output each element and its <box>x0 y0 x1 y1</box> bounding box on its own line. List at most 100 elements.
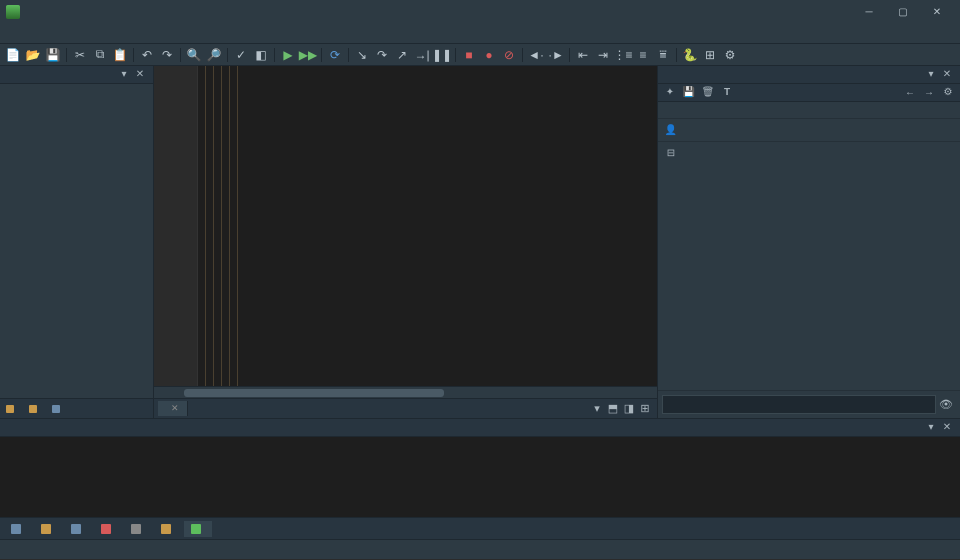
chat-save-icon[interactable]: 💾 <box>681 85 697 101</box>
chat-watch-icon[interactable]: 👁 <box>936 395 956 414</box>
chat-user-row: 👤 <box>658 118 960 141</box>
close-button[interactable]: ✕ <box>920 0 954 24</box>
split-vertical-icon[interactable]: ◨ <box>621 401 637 417</box>
new-tab-icon[interactable]: ⊞ <box>637 401 653 417</box>
chat-result-text <box>658 110 960 118</box>
menu-edit[interactable] <box>24 32 40 36</box>
uncomment-icon[interactable]: ≡ <box>634 46 652 64</box>
chat-prev-icon[interactable]: ← <box>902 85 918 101</box>
debug-icon[interactable]: ⟳ <box>326 46 344 64</box>
chat-assistant-message <box>684 146 954 160</box>
step-over-icon[interactable]: ↷ <box>373 46 391 64</box>
main-toolbar: 📄 📂 💾 ✂ ⧉ 📋 ↶ ↷ 🔍 🔎 ✓ ◧ ▶ ▶▶ ⟳ ↘ ↷ ↗ →| … <box>0 44 960 66</box>
undo-icon[interactable]: ↶ <box>138 46 156 64</box>
tab-messages[interactable] <box>154 521 182 537</box>
code-explorer-tree[interactable] <box>0 84 153 398</box>
cut-icon[interactable]: ✂ <box>71 46 89 64</box>
split-horizontal-icon[interactable]: ⬒ <box>605 401 621 417</box>
pause-icon[interactable]: ❚❚ <box>433 46 451 64</box>
minimize-button[interactable]: ─ <box>852 0 886 24</box>
editor-viewport[interactable] <box>154 66 657 386</box>
tab-file-explorer[interactable] <box>0 403 23 415</box>
chat-input[interactable] <box>662 395 936 414</box>
chat-new-icon[interactable]: ✦ <box>662 85 678 101</box>
left-panel-tabs <box>0 398 153 418</box>
open-file-icon[interactable]: 📂 <box>24 46 42 64</box>
stop-icon[interactable]: ■ <box>460 46 478 64</box>
menu-file[interactable] <box>6 32 22 36</box>
interpreter-header: ▾ ✕ <box>0 419 960 437</box>
chat-header: ▾ ✕ <box>658 66 960 84</box>
tab-python-interpreter[interactable] <box>184 521 212 537</box>
options-icon[interactable]: ⚙ <box>721 46 739 64</box>
editor-tab-bar: ✕ ▾ ⬒ ◨ ⊞ <box>154 398 657 418</box>
replace-icon[interactable]: 🔎 <box>205 46 223 64</box>
chat-trash-icon[interactable]: 🗑 <box>700 85 716 101</box>
chat-input-row: 👁 <box>658 390 960 418</box>
interpreter-dropdown-icon[interactable]: ▾ <box>924 421 938 435</box>
chat-panel: ▾ ✕ ✦ 💾 🗑 T ← → ⚙ 👤 ⊟ � <box>657 66 960 418</box>
chat-close-icon[interactable]: ✕ <box>940 68 954 82</box>
tab-close-icon[interactable]: ✕ <box>171 403 179 414</box>
new-file-icon[interactable]: 📄 <box>4 46 22 64</box>
run-last-icon[interactable]: ▶▶ <box>299 46 317 64</box>
menu-tools[interactable] <box>114 32 130 36</box>
tab-breakpoints[interactable] <box>94 521 122 537</box>
indent-icon[interactable]: ⇥ <box>594 46 612 64</box>
save-icon[interactable]: 💾 <box>44 46 62 64</box>
chat-user-message <box>684 123 954 137</box>
layouts-icon[interactable]: ⊞ <box>701 46 719 64</box>
chat-title-icon[interactable]: T <box>719 85 735 101</box>
chat-dropdown-icon[interactable]: ▾ <box>924 68 938 82</box>
toggle-comment-icon[interactable]: ⩸ <box>654 46 672 64</box>
chat-code-block <box>658 102 960 110</box>
tab-call-stack[interactable] <box>4 521 32 537</box>
run-to-cursor-icon[interactable]: →| <box>413 46 431 64</box>
menu-bar <box>0 24 960 44</box>
indent-guides <box>198 66 238 386</box>
outdent-icon[interactable]: ⇤ <box>574 46 592 64</box>
tab-project-explorer[interactable] <box>23 403 46 415</box>
record-icon[interactable]: ● <box>480 46 498 64</box>
tab-code-explorer[interactable] <box>46 403 69 415</box>
search-icon[interactable]: 🔍 <box>185 46 203 64</box>
menu-project[interactable] <box>78 32 94 36</box>
interpreter-close-icon[interactable]: ✕ <box>940 421 954 435</box>
paste-icon[interactable]: 📋 <box>111 46 129 64</box>
step-into-icon[interactable]: ↘ <box>353 46 371 64</box>
panel-close-icon[interactable]: ✕ <box>133 68 147 82</box>
editor-horizontal-scrollbar[interactable] <box>154 386 657 398</box>
menu-view[interactable] <box>60 32 76 36</box>
interpreter-panel: ▾ ✕ <box>0 418 960 517</box>
chat-next-icon[interactable]: → <box>921 85 937 101</box>
abort-icon[interactable]: ⊘ <box>500 46 518 64</box>
bottom-tool-tabs <box>0 517 960 539</box>
comment-icon[interactable]: ⋮≡ <box>614 46 632 64</box>
user-avatar-icon: 👤 <box>664 123 678 137</box>
back-icon[interactable]: ◄· <box>527 46 545 64</box>
menu-run[interactable] <box>96 32 112 36</box>
copy-icon[interactable]: ⧉ <box>91 46 109 64</box>
chat-settings-icon[interactable]: ⚙ <box>940 85 956 101</box>
editor-area: ✕ ▾ ⬒ ◨ ⊞ <box>154 66 657 418</box>
interpreter-console[interactable] <box>0 437 960 517</box>
menu-search[interactable] <box>42 32 58 36</box>
status-bar <box>0 539 960 559</box>
forward-icon[interactable]: ·► <box>547 46 565 64</box>
check-syntax-icon[interactable]: ✓ <box>232 46 250 64</box>
code-editor[interactable] <box>238 66 657 386</box>
run-icon[interactable]: ▶ <box>279 46 297 64</box>
tab-variables[interactable] <box>34 521 62 537</box>
step-out-icon[interactable]: ↗ <box>393 46 411 64</box>
editor-tab-inspect[interactable]: ✕ <box>158 401 188 416</box>
python-icon[interactable]: 🐍 <box>681 46 699 64</box>
chat-body[interactable]: 👤 ⊟ <box>658 102 960 390</box>
redo-icon[interactable]: ↷ <box>158 46 176 64</box>
panel-dropdown-icon[interactable]: ▾ <box>117 68 131 82</box>
tab-list-icon[interactable]: ▾ <box>589 401 605 417</box>
maximize-button[interactable]: ▢ <box>886 0 920 24</box>
menu-help[interactable] <box>132 32 148 36</box>
import-module-icon[interactable]: ◧ <box>252 46 270 64</box>
tab-output[interactable] <box>124 521 152 537</box>
tab-watches[interactable] <box>64 521 92 537</box>
